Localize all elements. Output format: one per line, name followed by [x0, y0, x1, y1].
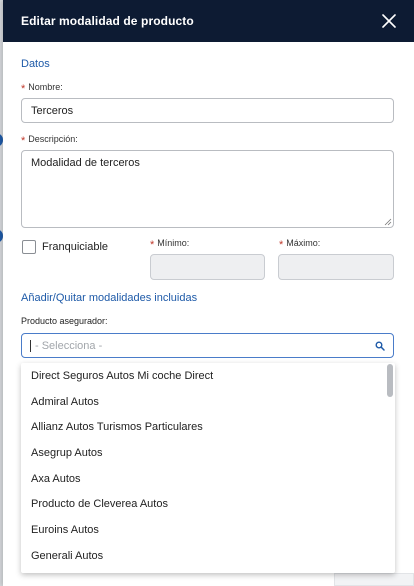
required-marker: *	[150, 239, 155, 251]
maximo-input[interactable]	[278, 254, 394, 280]
nombre-label: * Nombre:	[21, 82, 63, 95]
descripcion-textarea[interactable]: Modalidad de terceros	[21, 150, 394, 228]
text-caret	[30, 339, 31, 352]
dropdown-option[interactable]: Axa Autos	[21, 466, 395, 492]
required-marker: *	[21, 83, 26, 95]
footer-button-partial	[334, 573, 414, 586]
section-title-modalidades: Añadir/Quitar modalidades incluidas	[21, 292, 198, 304]
options-dropdown: Direct Seguros Autos Mi coche Direct Adm…	[21, 363, 395, 573]
modal-header: Editar modalidad de producto	[3, 0, 414, 42]
dropdown-option[interactable]: Generali Autos	[21, 543, 395, 569]
dropdown-option[interactable]: Producto de Cleverea Autos	[21, 491, 395, 517]
dropdown-option[interactable]: Asegrup Autos	[21, 440, 395, 466]
franquiciable-checkbox[interactable]	[22, 240, 36, 254]
resize-grip-icon[interactable]	[384, 218, 392, 226]
required-marker: *	[279, 239, 284, 251]
dropdown-option[interactable]: Admiral Autos	[21, 389, 395, 415]
minimo-label: * Mínimo:	[150, 238, 190, 251]
maximo-label: * Máximo:	[279, 238, 321, 251]
dropdown-option[interactable]: Euroins Autos	[21, 517, 395, 543]
descripcion-label: * Descripción:	[21, 134, 78, 147]
producto-asegurador-select[interactable]: - Selecciona -	[21, 333, 394, 358]
section-title-datos: Datos	[21, 58, 50, 70]
producto-asegurador-label: Producto asegurador:	[21, 316, 108, 326]
select-placeholder: - Selecciona -	[35, 339, 103, 352]
franquiciable-label: Franquiciable	[42, 241, 109, 253]
minimo-input[interactable]	[150, 254, 265, 280]
dropdown-scrollbar[interactable]	[387, 364, 393, 397]
required-marker: *	[21, 135, 26, 147]
dropdown-option[interactable]: Allianz Autos Turismos Particulares	[21, 414, 395, 440]
modal-title: Editar modalidad de producto	[21, 14, 194, 28]
search-icon[interactable]	[375, 341, 385, 351]
dropdown-option[interactable]: Direct Seguros Autos Mi coche Direct	[21, 363, 395, 389]
close-icon[interactable]	[382, 14, 396, 28]
nombre-input[interactable]: Terceros	[21, 98, 394, 123]
